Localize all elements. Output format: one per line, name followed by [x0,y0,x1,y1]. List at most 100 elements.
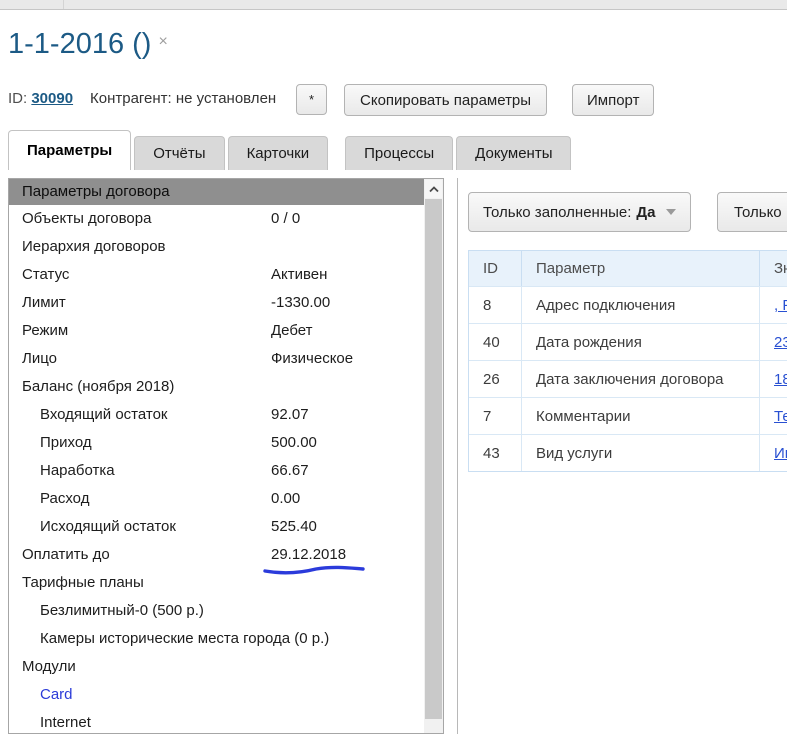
parameters-table: ID Параметр Зн 8 Адрес подключения , Р 4… [468,250,787,472]
tab-kartochki[interactable]: Карточки [228,136,329,170]
star-button[interactable]: * [296,84,327,115]
param-value: -1330.00 [271,289,330,317]
list-item-module-card[interactable]: Card [9,681,424,709]
param-label: Входящий остаток [40,406,168,423]
list-item-module-internet[interactable]: Internet [9,709,424,733]
table-row[interactable]: 40 Дата рождения 23 [469,323,787,360]
contractor-label: Контрагент: не установлен [90,90,276,107]
param-label: Статус [22,266,69,283]
cell-id: 8 [469,287,521,323]
chevron-down-icon [666,209,676,215]
module-card-link[interactable]: Card [40,686,73,703]
tab-bar: Параметры Отчёты Карточки Процессы Докум… [8,130,574,170]
cell-param: Адрес подключения [521,287,759,323]
tab-parametry[interactable]: Параметры [8,130,131,170]
param-label: Режим [22,322,68,339]
filter-second-label: Только [734,204,782,221]
list-item-earned[interactable]: Наработка 66.67 [9,457,424,485]
import-button[interactable]: Импорт [572,84,654,116]
param-label: Исходящий остаток [40,518,176,535]
param-label: Internet [40,714,91,731]
param-label: Приход [40,434,92,451]
filter-filled-dropdown[interactable]: Только заполненные: Да [468,192,691,232]
param-label: Лимит [22,294,66,311]
cell-value-link[interactable]: Ин [774,445,787,462]
cell-id: 7 [469,398,521,434]
list-item-limit[interactable]: Лимит -1330.00 [9,289,424,317]
table-row[interactable]: 26 Дата заключения договора 18 [469,360,787,397]
table-row[interactable]: 43 Вид услуги Ин [469,434,787,471]
list-item-status[interactable]: Статус Активен [9,261,424,289]
contract-id-link[interactable]: 30090 [31,90,73,107]
list-item-hierarchy[interactable]: Иерархия договоров [9,233,424,261]
param-label: Иерархия договоров [22,238,166,255]
param-label: Баланс (ноября 2018) [22,378,174,395]
scrollbar-thumb[interactable] [425,199,442,719]
window-top-strip [0,0,787,10]
cell-value-link[interactable]: 18 [774,371,787,388]
list-item-balance-section[interactable]: Баланс (ноября 2018) [9,373,424,401]
tree-item-contract-params-selected[interactable]: Параметры договора [9,179,424,205]
cell-param: Вид услуги [521,435,759,471]
cell-id: 40 [469,324,521,360]
cell-param: Дата рождения [521,324,759,360]
list-item-tariff-plans-section[interactable]: Тарифные планы [9,569,424,597]
param-value: 92.07 [271,401,309,429]
close-icon[interactable]: × [158,33,167,51]
list-item-pay-until[interactable]: Оплатить до 29.12.2018 [9,541,424,569]
cell-param: Комментарии [521,398,759,434]
cell-id: 43 [469,435,521,471]
list-item-modules-section[interactable]: Модули [9,653,424,681]
list-item-tariff-cameras[interactable]: Камеры исторические места города (0 р.) [9,625,424,653]
param-label: Тарифные планы [22,574,144,591]
list-item-income[interactable]: Приход 500.00 [9,429,424,457]
param-label: Лицо [22,350,57,367]
filter-filled-label: Только заполненные: [483,204,631,221]
param-value: 0.00 [271,485,300,513]
column-header-param[interactable]: Параметр [521,251,759,286]
list-item-objects[interactable]: Объекты договора 0 / 0 [9,205,424,233]
scrollbar-up-button[interactable] [425,180,442,198]
param-label: Камеры исторические места города (0 р.) [40,630,329,647]
panel-divider [457,178,458,734]
param-value: 525.40 [271,513,317,541]
cell-param: Дата заключения договора [521,361,759,397]
list-item-tariff-unlimited[interactable]: Безлимитный-0 (500 р.) [9,597,424,625]
id-row: ID: 30090 [8,90,73,107]
cell-value-link[interactable]: , Р [774,297,787,314]
param-value: 0 / 0 [271,205,300,233]
param-label: Объекты договора [22,210,151,227]
table-row[interactable]: 8 Адрес подключения , Р [469,286,787,323]
column-header-id[interactable]: ID [469,251,521,286]
list-item-mode[interactable]: Режим Дебет [9,317,424,345]
cell-value-link[interactable]: Те [774,408,787,425]
param-value: 29.12.2018 [271,541,346,569]
table-row[interactable]: 7 Комментарии Те [469,397,787,434]
chevron-up-icon [429,186,439,193]
param-label: Модули [22,658,76,675]
list-item-outgoing-balance[interactable]: Исходящий остаток 525.40 [9,513,424,541]
copy-params-button[interactable]: Скопировать параметры [344,84,547,116]
contract-page: { "header": { "title": "1-1-2016 ()", "c… [0,0,787,734]
left-panel-scrollbar [424,179,443,733]
param-label: Наработка [40,462,115,479]
cell-id: 26 [469,361,521,397]
tab-processy[interactable]: Процессы [345,136,453,170]
title-row: 1-1-2016 () × [8,24,168,64]
filter-second-dropdown[interactable]: Только [717,192,787,232]
param-value: Дебет [271,317,312,345]
page-title: 1-1-2016 () [8,28,151,61]
param-value: 500.00 [271,429,317,457]
param-label: Безлимитный-0 (500 р.) [40,602,204,619]
param-value: Активен [271,261,327,289]
top-strip-divider [63,0,64,9]
column-header-value[interactable]: Зн [759,251,787,286]
list-item-incoming-balance[interactable]: Входящий остаток 92.07 [9,401,424,429]
param-value: Физическое [271,345,353,373]
list-item-expense[interactable]: Расход 0.00 [9,485,424,513]
tab-otchety[interactable]: Отчёты [134,136,224,170]
cell-value-link[interactable]: 23 [774,334,787,351]
list-item-person[interactable]: Лицо Физическое [9,345,424,373]
contract-params-panel: Параметры договора Объекты договора 0 / … [8,178,444,734]
tab-dokumenty[interactable]: Документы [456,136,571,170]
